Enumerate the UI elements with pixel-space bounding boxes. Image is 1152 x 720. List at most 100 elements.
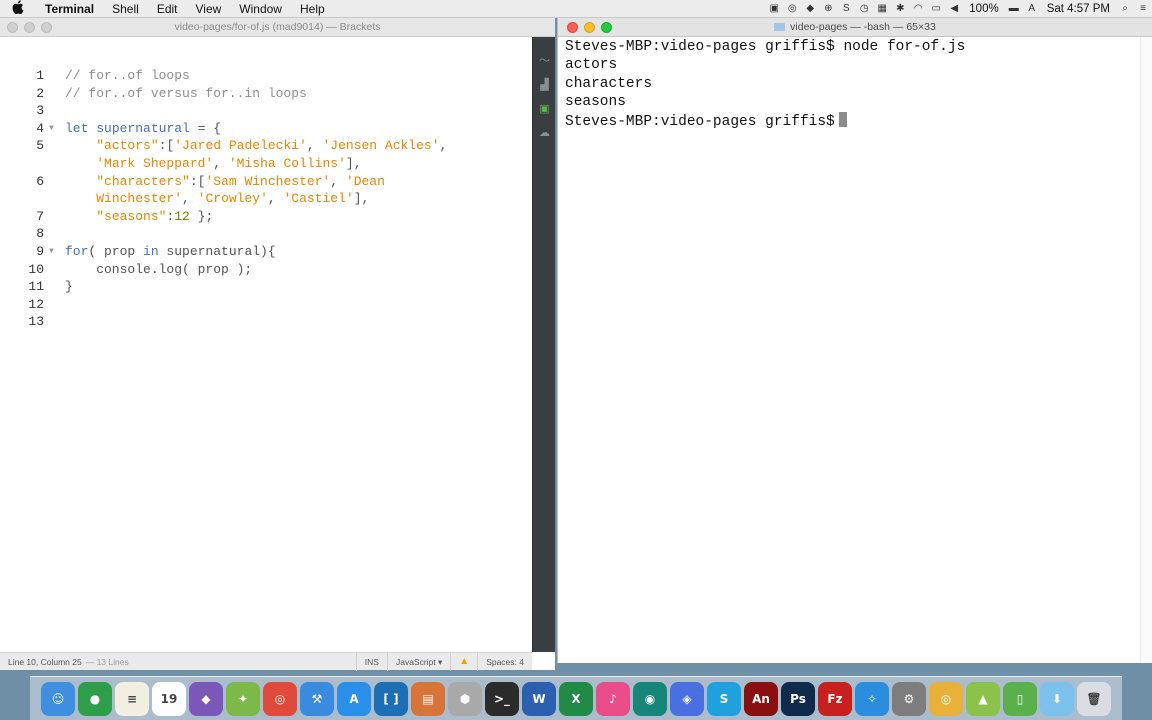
code-line[interactable]: 12 [0, 296, 532, 314]
notes-icon[interactable]: ≡ [115, 681, 149, 716]
notification-center-icon[interactable]: ≡ [1134, 0, 1152, 18]
terminal-icon[interactable]: >_ [485, 681, 519, 716]
clock[interactable]: Sat 4:57 PM [1041, 3, 1116, 15]
code-line[interactable]: 10 console.log( prop ); [0, 261, 532, 279]
code-line[interactable]: 11} [0, 278, 532, 296]
photoshop-icon[interactable]: Ps [781, 681, 815, 716]
app-store-icon[interactable]: A [337, 681, 371, 716]
code-line[interactable]: 5 "actors":['Jared Padelecki', 'Jensen A… [0, 137, 532, 155]
code-line[interactable]: 13 [0, 313, 532, 331]
insert-mode-toggle[interactable]: INS [355, 652, 387, 671]
discord-icon[interactable]: ◈ [670, 681, 704, 716]
close-icon[interactable] [7, 22, 18, 33]
terminal-prompt-line[interactable]: Steves-MBP:video-pages griffis$ [565, 111, 1140, 130]
code-line[interactable]: 1 // for..of loops [0, 67, 532, 85]
chrome-icon[interactable]: ◎ [263, 681, 297, 716]
code-line[interactable]: 9 ▼ for( prop in supernatural){ [0, 243, 532, 261]
battery-icon[interactable]: ▬ [1005, 0, 1023, 18]
sequel-icon[interactable]: ⬢ [448, 681, 482, 716]
code-text: "actors":['Jared Padelecki', 'Jensen Ack… [65, 137, 447, 155]
system-preferences-icon[interactable]: ⚙ [892, 681, 926, 716]
time-machine-icon[interactable]: ◷ [855, 0, 873, 18]
minimize-icon[interactable] [584, 22, 595, 33]
trash-icon[interactable]: 🗑 [1077, 681, 1111, 716]
dropbox-icon[interactable]: ◆ [801, 0, 819, 18]
itunes-icon[interactable]: ♪ [596, 681, 630, 716]
code-line[interactable]: 3 [0, 102, 532, 120]
filezilla-icon[interactable]: Fz [818, 681, 852, 716]
terminal-output[interactable]: Steves-MBP:video-pages griffis$ node for… [565, 38, 1140, 658]
gitkraken-icon[interactable]: ◉ [633, 681, 667, 716]
excel-icon[interactable]: X [559, 681, 593, 716]
terminal-scrollbar[interactable] [1140, 37, 1152, 663]
live-preview-icon[interactable]: 〜 [533, 49, 556, 73]
code-token: , [306, 138, 323, 154]
finder-icon[interactable]: ☺ [41, 681, 75, 716]
chrome-canary-icon[interactable]: ◎ [929, 681, 963, 716]
safari-icon[interactable]: ✧ [855, 681, 889, 716]
fold-arrow-icon[interactable]: ▼ [49, 243, 59, 261]
keyboard-icon[interactable]: ▦ [873, 0, 891, 18]
books-icon[interactable]: ▤ [411, 681, 445, 716]
mongodb-icon[interactable]: ● [78, 681, 112, 716]
wifi-icon[interactable]: ◠ [909, 0, 927, 18]
language-select[interactable]: JavaScript ▾ [386, 652, 450, 671]
vpn-icon[interactable]: ⊕ [819, 0, 837, 18]
code-line[interactable]: 8 [0, 225, 532, 243]
extension-manager-icon[interactable]: ▟ [533, 73, 556, 97]
cloud-icon[interactable]: ☁ [533, 121, 556, 145]
fold-arrow-icon[interactable]: ▼ [49, 120, 59, 138]
code-line[interactable]: 'Mark Sheppard', 'Misha Collins'], [0, 155, 532, 173]
code-line[interactable]: 7 "seasons":12 }; [0, 208, 532, 226]
close-icon[interactable] [567, 22, 578, 33]
code-line[interactable]: 6 "characters":['Sam Winchester', 'Dean [0, 173, 532, 191]
zoom-icon[interactable] [41, 22, 52, 33]
code-line[interactable]: 2 // for..of versus for..in loops [0, 85, 532, 103]
menu-window[interactable]: Window [230, 0, 291, 18]
github-icon[interactable]: ◆ [189, 681, 223, 716]
battery-percent[interactable]: 100% [963, 3, 1004, 15]
animate-icon[interactable]: An [744, 681, 778, 716]
menu-edit[interactable]: Edit [148, 0, 187, 18]
code-line[interactable]: 4 ▼ let supernatural = { [0, 120, 532, 138]
zoom-icon[interactable] [601, 22, 612, 33]
terminal-cursor [838, 111, 847, 127]
input-source-icon[interactable]: A [1023, 0, 1041, 18]
android-icon[interactable]: ▲ [966, 681, 1000, 716]
apple-menu-icon[interactable] [0, 0, 36, 17]
xcode-icon[interactable]: ⚒ [300, 681, 334, 716]
menu-shell[interactable]: Shell [103, 0, 148, 18]
code-token: } [65, 279, 73, 295]
cursor-position[interactable]: Line 10, Column 25 [0, 657, 82, 667]
downloads-icon[interactable]: ⬇ [1040, 681, 1074, 716]
brackets-titlebar[interactable]: video-pages/for-of.js (mad9014) — Bracke… [0, 18, 555, 37]
menu-terminal[interactable]: Terminal [36, 0, 103, 18]
skype-icon[interactable]: S [707, 681, 741, 716]
menu-view[interactable]: View [187, 0, 231, 18]
theseus-icon[interactable]: ▣ [533, 97, 556, 121]
volume-icon[interactable]: ◀ [945, 0, 963, 18]
indent-setting[interactable]: Spaces: 4 [477, 652, 532, 671]
terminal-titlebar[interactable]: video-pages — -bash — 65×33 [558, 18, 1152, 37]
code-editor[interactable]: 1 // for..of loops 2 // for..of versus for.… [0, 37, 532, 652]
notepad-icon[interactable]: ▯ [1003, 681, 1037, 716]
creative-cloud-icon[interactable]: ◎ [783, 0, 801, 18]
android-studio-icon[interactable]: ✦ [226, 681, 260, 716]
brackets-icon[interactable]: [ ] [374, 681, 408, 716]
calendar-icon[interactable]: 19 [152, 681, 186, 716]
code-token: , [182, 191, 198, 207]
skype-status-icon[interactable]: S [837, 0, 855, 18]
screen-record-icon[interactable]: ▣ [765, 0, 783, 18]
lint-warning-icon[interactable]: ▲ [450, 652, 477, 671]
word-icon[interactable]: W [522, 681, 556, 716]
code-token: 'Sam Winchester' [205, 173, 331, 189]
menu-help[interactable]: Help [291, 0, 334, 18]
airplay-icon[interactable]: ▭ [927, 0, 945, 18]
status-area: ▣ ◎ ◆ ⊕ S ◷ ▦ ✱ ◠ ▭ ◀ 100% ▬ A Sat 4:57 … [765, 0, 1152, 18]
code-token: 'Mark Sheppard' [96, 156, 214, 171]
bluetooth-icon[interactable]: ✱ [891, 0, 909, 18]
code-line[interactable]: Winchester', 'Crowley', 'Castiel'], [0, 190, 532, 208]
spotlight-icon[interactable]: ⌕ [1116, 0, 1134, 18]
minimize-icon[interactable] [24, 22, 35, 33]
